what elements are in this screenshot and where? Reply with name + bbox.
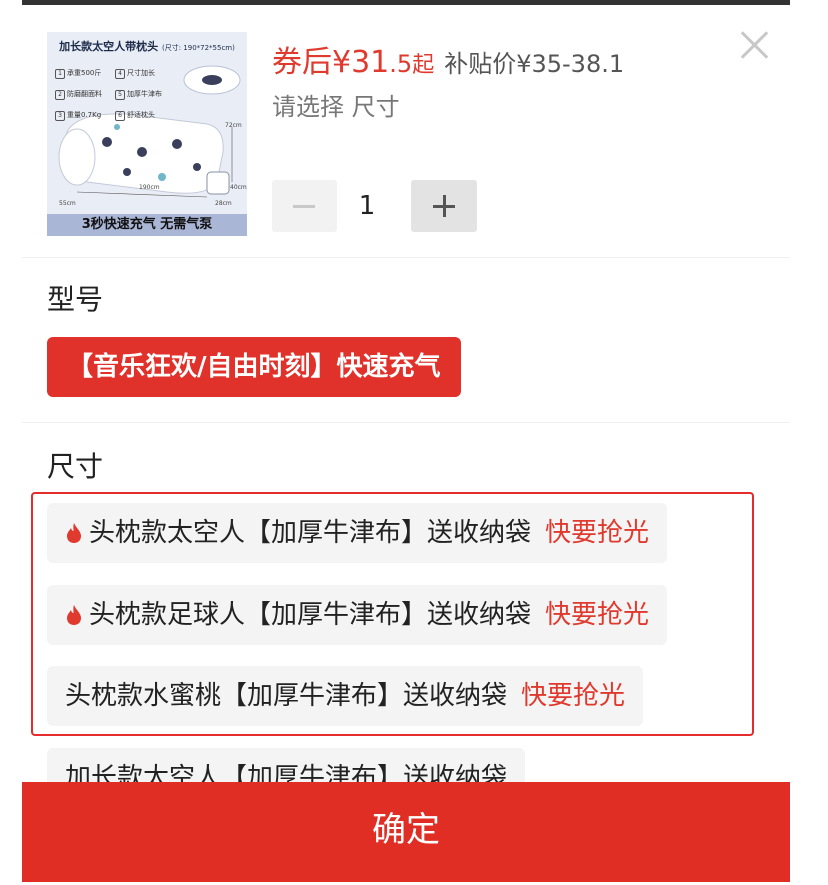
thumbnail-feature: 2 防磨翻面料: [55, 89, 115, 100]
close-icon[interactable]: [734, 25, 774, 65]
thumbnail-feature: 3 重量0.7Kg: [55, 110, 115, 121]
subsidy-price: 补贴价¥35-38.1: [444, 50, 625, 78]
flame-icon: [67, 523, 81, 543]
thumbnail-features: 1 承重500斤 4 尺寸加长 2 防磨翻面料 5 加厚牛津布 3 重量0.7Kg 6 舒适枕头: [55, 60, 185, 123]
left-margin: [0, 0, 22, 885]
selection-hint: 请选择 尺寸: [272, 93, 400, 121]
thumbnail-dim-height: 72cm: [225, 122, 242, 129]
price-prefix: 券后¥: [272, 45, 352, 80]
model-section-title: 型号: [47, 283, 104, 316]
size-option-label: 头枕款太空人【加厚牛津布】送收纳袋: [89, 518, 532, 548]
divider: [22, 257, 790, 258]
price-decimal: .5: [389, 50, 413, 78]
size-option-label: 头枕款足球人【加厚牛津布】送收纳袋: [89, 600, 532, 630]
thumbnail-dim-bag-width: 28cm: [215, 200, 232, 207]
thumbnail-dim-width: 55cm: [59, 200, 76, 207]
size-option-label: 头枕款水蜜桃【加厚牛津布】送收纳袋: [65, 681, 508, 711]
confirm-button[interactable]: 确定: [22, 782, 790, 882]
low-stock-tag: 快要抢光: [521, 681, 626, 711]
thumbnail-dim-length: 190cm: [139, 184, 160, 191]
thumbnail-title: 加长款太空人带枕头 (尺寸: 190*72*55cm): [59, 40, 235, 53]
quantity-decrease-button[interactable]: [272, 180, 337, 232]
right-margin: [790, 0, 828, 885]
size-option[interactable]: 头枕款太空人【加厚牛津布】送收纳袋 快要抢光: [47, 503, 668, 563]
price-suffix: 起: [412, 53, 435, 78]
thumbnail-banner: 3秒快速充气 无需气泵: [47, 214, 247, 236]
quantity-increase-button[interactable]: [411, 180, 477, 232]
model-option-selected[interactable]: 【音乐狂欢/自由时刻】快速充气: [47, 337, 461, 397]
thumbnail-feature: 4 尺寸加长: [115, 68, 175, 79]
flame-icon: [67, 605, 81, 625]
divider: [22, 422, 790, 423]
size-option[interactable]: 头枕款水蜜桃【加厚牛津布】送收纳袋 快要抢光: [47, 666, 644, 726]
quantity-value[interactable]: 1: [342, 180, 392, 232]
price-integer: 31: [351, 45, 390, 80]
product-thumbnail[interactable]: 加长款太空人带枕头 (尺寸: 190*72*55cm) 1 承重500斤 4 尺寸加长…: [47, 32, 247, 236]
thumbnail-feature: 1 承重500斤: [55, 68, 115, 79]
low-stock-tag: 快要抢光: [545, 518, 650, 548]
thumbnail-dim-bag-height: 40cm: [230, 184, 247, 191]
size-option[interactable]: 头枕款足球人【加厚牛津布】送收纳袋 快要抢光: [47, 585, 668, 645]
size-section-title: 尺寸: [47, 450, 104, 483]
thumbnail-feature: 6 舒适枕头: [115, 110, 175, 121]
sku-selector-sheet: 加长款太空人带枕头 (尺寸: 190*72*55cm) 1 承重500斤 4 尺寸加长…: [22, 5, 790, 885]
price-row: 券后¥31.5起 补贴价¥35-38.1: [272, 37, 624, 81]
thumbnail-feature: 5 加厚牛津布: [115, 89, 175, 100]
low-stock-tag: 快要抢光: [545, 600, 650, 630]
